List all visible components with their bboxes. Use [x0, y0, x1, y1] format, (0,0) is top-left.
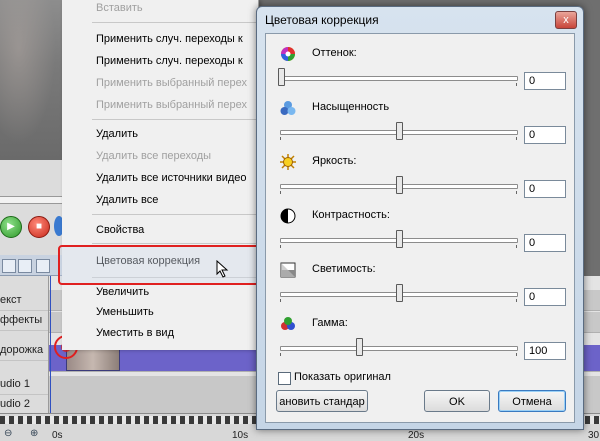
param-label: Яркость: [312, 155, 357, 167]
param-label: Контрастность: [312, 209, 390, 221]
luminance-icon [280, 262, 296, 278]
param-luminance: Светимость: [266, 254, 574, 308]
hue-value-input[interactable] [524, 72, 566, 90]
ruler-label: 10s [232, 430, 249, 441]
ruler-label: 20s [408, 430, 425, 441]
mouse-cursor-icon [216, 260, 229, 278]
zoom-out-icon[interactable]: ⊖ [4, 428, 18, 440]
hue-slider-track[interactable] [280, 76, 518, 81]
transport-panel [0, 160, 62, 255]
menu-item-apply-random-1[interactable]: Применить случ. переходы к [96, 29, 256, 49]
menu-separator [92, 119, 258, 120]
color-wheel-icon [281, 47, 295, 61]
context-menu: Вставить Применить случ. переходы к Прим… [62, 0, 259, 350]
track-label: udio 1 [0, 374, 48, 395]
gamma-value-input[interactable] [524, 342, 566, 360]
saturation-value-input[interactable] [524, 126, 566, 144]
seek-bar[interactable] [0, 196, 62, 204]
menu-highlight-ring [58, 245, 272, 285]
play-icon: ▶ [7, 221, 15, 232]
contrast-icon [280, 208, 296, 224]
menu-separator [92, 243, 258, 244]
param-label: Светимость: [312, 263, 376, 275]
slider-tick [280, 299, 281, 302]
menu-separator [92, 22, 258, 23]
menu-item-zoom-out[interactable]: Уменьшить [96, 302, 256, 322]
brightness-sun-icon [280, 154, 296, 170]
slider-tick [280, 137, 281, 140]
slider-tick [280, 353, 281, 356]
param-saturation: Насыщенность [266, 92, 574, 146]
brightness-slider-thumb[interactable] [396, 176, 403, 194]
track-labels: екст ффекты дорожка udio 1 udio 2 [0, 276, 49, 426]
menu-item-apply-random-2[interactable]: Применить случ. переходы к [96, 51, 256, 71]
param-gamma: Гамма: [266, 308, 574, 362]
slider-tick [516, 137, 517, 140]
track-label: ффекты [0, 310, 48, 331]
slider-tick [516, 83, 517, 86]
color-correction-dialog: Цветовая коррекция x Оттенок: 0 Насыщенн… [256, 6, 584, 430]
slider-tick [516, 191, 517, 194]
stop-button[interactable]: ■ [28, 216, 50, 238]
luminance-value-input[interactable] [524, 288, 566, 306]
menu-item-paste[interactable]: Вставить [96, 0, 256, 18]
slider-tick [516, 245, 517, 248]
zoom-in-icon[interactable]: ⊕ [30, 428, 44, 440]
ok-button[interactable]: OK [424, 390, 490, 412]
brightness-value-input[interactable] [524, 180, 566, 198]
param-contrast: Контрастность: [266, 200, 574, 254]
menu-item-delete-transitions[interactable]: Удалить все переходы [96, 146, 256, 166]
contrast-value-input[interactable] [524, 234, 566, 252]
track-label: дорожка [0, 340, 48, 361]
hue-slider-thumb[interactable] [278, 68, 285, 86]
gamma-slider-thumb[interactable] [356, 338, 363, 356]
close-icon: x [563, 14, 569, 26]
show-original-label: Показать оригинал [294, 371, 391, 383]
saturation-icon [280, 101, 296, 115]
menu-item-delete-all[interactable]: Удалить все [96, 190, 256, 210]
panel-tabs [0, 255, 62, 276]
param-hue: Оттенок: [266, 38, 574, 92]
panel-tab[interactable] [36, 259, 50, 273]
luminance-slider-thumb[interactable] [396, 284, 403, 302]
menu-item-apply-selected-2[interactable]: Применить выбранный перех [96, 95, 256, 115]
param-label: Оттенок: [312, 47, 357, 59]
menu-item-zoom-in[interactable]: Увеличить [96, 282, 256, 302]
track-label: udio 2 [0, 394, 48, 415]
menu-item-fit-view[interactable]: Уместить в вид [96, 323, 256, 343]
stop-icon: ■ [35, 221, 43, 232]
menu-separator [92, 214, 258, 215]
track-label: екст [0, 290, 48, 311]
contrast-slider-thumb[interactable] [396, 230, 403, 248]
cancel-button[interactable]: Отмена [498, 390, 566, 412]
param-label: Насыщенность [312, 101, 390, 113]
slider-tick [516, 353, 517, 356]
reset-defaults-button[interactable]: ановить стандар [276, 390, 368, 412]
slider-tick [280, 191, 281, 194]
panel-tab[interactable] [18, 259, 32, 273]
show-original-checkbox[interactable] [278, 372, 291, 385]
dialog-title: Цветовая коррекция [265, 13, 379, 27]
menu-item-properties[interactable]: Свойства [96, 220, 256, 240]
video-preview [0, 0, 62, 160]
ruler-label: 30 [588, 430, 600, 441]
slider-tick [516, 299, 517, 302]
menu-item-delete-video-sources[interactable]: Удалить все источники видео [96, 168, 256, 188]
slider-tick [280, 245, 281, 248]
saturation-slider-thumb[interactable] [396, 122, 403, 140]
menu-item-delete[interactable]: Удалить [96, 124, 256, 144]
gamma-slider-track[interactable] [280, 346, 518, 351]
panel-tab[interactable] [2, 259, 16, 273]
ruler-label: 0s [52, 430, 63, 441]
gamma-icon [281, 317, 295, 330]
param-label: Гамма: [312, 317, 348, 329]
param-brightness: Яркость: [266, 146, 574, 200]
play-button[interactable]: ▶ [0, 216, 22, 238]
close-button[interactable]: x [555, 11, 577, 29]
menu-item-apply-selected-1[interactable]: Применить выбранный перех [96, 73, 256, 93]
dialog-body: Оттенок: Насыщенность [265, 33, 575, 423]
